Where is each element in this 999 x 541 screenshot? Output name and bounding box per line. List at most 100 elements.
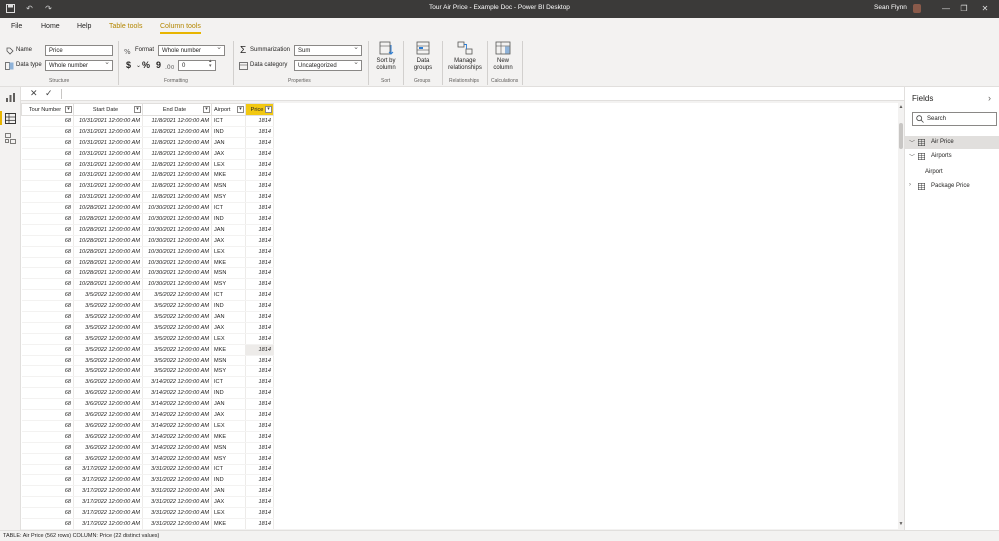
- table-cell-start-date[interactable]: 10/28/2021 12:00:00 AM: [73, 224, 143, 236]
- table-cell-end-date[interactable]: 3/31/2022 12:00:00 AM: [142, 507, 212, 519]
- table-cell-end-date[interactable]: 11/8/2021 12:00:00 AM: [142, 126, 212, 138]
- table-cell-end-date[interactable]: 3/31/2022 12:00:00 AM: [142, 518, 212, 529]
- summarization-dropdown[interactable]: Sum: [294, 44, 362, 56]
- table-cell-price[interactable]: 1814: [245, 322, 274, 334]
- table-cell-start-date[interactable]: 3/5/2022 12:00:00 AM: [73, 311, 143, 323]
- table-cell-price[interactable]: 1814: [245, 191, 274, 204]
- restore-button[interactable]: ❐: [957, 2, 971, 16]
- new-column-button[interactable]: New column: [490, 40, 516, 72]
- table-row[interactable]: 68 3/6/2022 12:00:00 AM 3/14/2022 12:00:00…: [21, 431, 274, 443]
- table-cell-start-date[interactable]: 10/31/2021 12:00:00 AM: [73, 137, 143, 149]
- tab-help[interactable]: Help: [77, 23, 91, 30]
- table-cell-tour-number[interactable]: 68: [21, 409, 74, 421]
- table-cell-end-date[interactable]: 10/30/2021 12:00:00 AM: [142, 202, 212, 215]
- table-row[interactable]: 68 3/5/2022 12:00:00 AM 3/5/2022 12:00:00 …: [21, 365, 274, 378]
- table-cell-tour-number[interactable]: 68: [21, 169, 74, 182]
- fields-search[interactable]: Search: [912, 112, 997, 126]
- table-cell-airport[interactable]: MSN: [211, 180, 246, 193]
- table-cell-end-date[interactable]: 11/8/2021 12:00:00 AM: [142, 159, 212, 171]
- table-row[interactable]: 68 10/28/2021 12:00:00 AM 10/30/2021 12:00…: [21, 224, 274, 236]
- column-header-start-date[interactable]: Start Date ▾: [73, 103, 143, 116]
- table-cell-start-date[interactable]: 3/5/2022 12:00:00 AM: [73, 289, 143, 302]
- chevron-right-icon[interactable]: ›: [909, 182, 911, 188]
- table-cell-airport[interactable]: JAX: [211, 322, 246, 334]
- table-cell-end-date[interactable]: 3/14/2022 12:00:00 AM: [142, 453, 212, 465]
- table-cell-airport[interactable]: LEX: [211, 507, 246, 519]
- table-cell-price[interactable]: 1814: [245, 376, 274, 389]
- table-row[interactable]: 68 10/28/2021 12:00:00 AM 10/30/2021 12:00…: [21, 257, 274, 269]
- table-cell-airport[interactable]: ICT: [211, 202, 246, 215]
- data-groups-button[interactable]: Data groups: [408, 40, 438, 72]
- table-cell-tour-number[interactable]: 68: [21, 474, 74, 487]
- table-cell-airport[interactable]: MSN: [211, 267, 246, 280]
- avatar[interactable]: [913, 4, 921, 13]
- table-row[interactable]: 68 3/17/2022 12:00:00 AM 3/31/2022 12:00:0…: [21, 496, 274, 509]
- chevron-down-icon[interactable]: ﹀: [909, 138, 915, 147]
- search-input[interactable]: Search: [927, 116, 946, 122]
- table-cell-price[interactable]: 1814: [245, 159, 274, 171]
- table-cell-start-date[interactable]: 10/31/2021 12:00:00 AM: [73, 148, 143, 160]
- table-cell-price[interactable]: 1814: [245, 409, 274, 421]
- table-cell-tour-number[interactable]: 68: [21, 496, 74, 509]
- table-cell-tour-number[interactable]: 68: [21, 278, 74, 291]
- table-row[interactable]: 68 10/31/2021 12:00:00 AM 11/8/2021 12:00:…: [21, 137, 274, 149]
- table-cell-tour-number[interactable]: 68: [21, 246, 74, 258]
- table-cell-tour-number[interactable]: 68: [21, 420, 74, 432]
- table-row[interactable]: 68 10/28/2021 12:00:00 AM 10/30/2021 12:00…: [21, 246, 274, 258]
- table-cell-start-date[interactable]: 3/6/2022 12:00:00 AM: [73, 398, 143, 411]
- name-field[interactable]: Price: [45, 45, 113, 56]
- table-cell-price[interactable]: 1814: [245, 420, 274, 432]
- table-cell-start-date[interactable]: 3/6/2022 12:00:00 AM: [73, 453, 143, 465]
- table-cell-tour-number[interactable]: 68: [21, 431, 74, 443]
- table-cell-start-date[interactable]: 10/31/2021 12:00:00 AM: [73, 159, 143, 171]
- table-cell-end-date[interactable]: 3/31/2022 12:00:00 AM: [142, 485, 212, 498]
- table-cell-start-date[interactable]: 3/6/2022 12:00:00 AM: [73, 376, 143, 389]
- table-cell-start-date[interactable]: 3/6/2022 12:00:00 AM: [73, 442, 143, 454]
- table-cell-end-date[interactable]: 3/31/2022 12:00:00 AM: [142, 496, 212, 509]
- table-row[interactable]: 68 10/31/2021 12:00:00 AM 11/8/2021 12:00:…: [21, 115, 274, 127]
- table-cell-end-date[interactable]: 3/14/2022 12:00:00 AM: [142, 387, 212, 400]
- table-row[interactable]: 68 10/31/2021 12:00:00 AM 11/8/2021 12:00:…: [21, 180, 274, 193]
- tab-column-tools[interactable]: Column tools: [160, 23, 201, 34]
- table-cell-price[interactable]: 1814: [245, 115, 274, 127]
- table-cell-airport[interactable]: ICT: [211, 376, 246, 389]
- table-row[interactable]: 68 3/6/2022 12:00:00 AM 3/14/2022 12:00:00…: [21, 420, 274, 432]
- table-cell-start-date[interactable]: 10/28/2021 12:00:00 AM: [73, 235, 143, 247]
- table-cell-tour-number[interactable]: 68: [21, 355, 74, 367]
- table-cell-price[interactable]: 1814: [245, 180, 274, 193]
- table-cell-airport[interactable]: IND: [211, 213, 246, 225]
- filter-dropdown-icon[interactable]: ▾: [203, 106, 210, 113]
- table-cell-start-date[interactable]: 3/5/2022 12:00:00 AM: [73, 333, 143, 345]
- table-row[interactable]: 68 3/17/2022 12:00:00 AM 3/31/2022 12:00:0…: [21, 485, 274, 498]
- table-cell-tour-number[interactable]: 68: [21, 464, 74, 476]
- table-cell-price[interactable]: 1814: [245, 148, 274, 160]
- table-cell-start-date[interactable]: 3/6/2022 12:00:00 AM: [73, 420, 143, 432]
- table-cell-airport[interactable]: MKE: [211, 344, 246, 356]
- table-cell-airport[interactable]: IND: [211, 387, 246, 400]
- table-cell-airport[interactable]: MKE: [211, 169, 246, 182]
- commit-icon[interactable]: ✓: [45, 88, 53, 99]
- table-cell-price[interactable]: 1814: [245, 518, 274, 529]
- table-cell-airport[interactable]: MKE: [211, 518, 246, 529]
- table-cell-airport[interactable]: MKE: [211, 257, 246, 269]
- table-cell-start-date[interactable]: 10/31/2021 12:00:00 AM: [73, 126, 143, 138]
- scrollbar-thumb[interactable]: [899, 123, 903, 149]
- table-cell-tour-number[interactable]: 68: [21, 442, 74, 454]
- table-row[interactable]: 68 3/6/2022 12:00:00 AM 3/14/2022 12:00:00…: [21, 398, 274, 411]
- table-cell-price[interactable]: 1814: [245, 464, 274, 476]
- table-cell-end-date[interactable]: 11/8/2021 12:00:00 AM: [142, 180, 212, 193]
- table-cell-start-date[interactable]: 10/28/2021 12:00:00 AM: [73, 213, 143, 225]
- table-cell-start-date[interactable]: 3/5/2022 12:00:00 AM: [73, 355, 143, 367]
- table-cell-airport[interactable]: MSY: [211, 453, 246, 465]
- data-category-dropdown[interactable]: Uncategorized: [294, 59, 362, 71]
- table-cell-airport[interactable]: ICT: [211, 289, 246, 302]
- table-cell-tour-number[interactable]: 68: [21, 202, 74, 215]
- model-view-icon[interactable]: [5, 133, 16, 144]
- table-cell-airport[interactable]: JAN: [211, 224, 246, 236]
- tab-home[interactable]: Home: [41, 23, 60, 30]
- table-cell-tour-number[interactable]: 68: [21, 398, 74, 411]
- field-table-air-price[interactable]: ﹀ Air Price: [905, 136, 999, 149]
- table-row[interactable]: 68 10/28/2021 12:00:00 AM 10/30/2021 12:00…: [21, 202, 274, 215]
- table-cell-price[interactable]: 1814: [245, 387, 274, 400]
- table-cell-tour-number[interactable]: 68: [21, 159, 74, 171]
